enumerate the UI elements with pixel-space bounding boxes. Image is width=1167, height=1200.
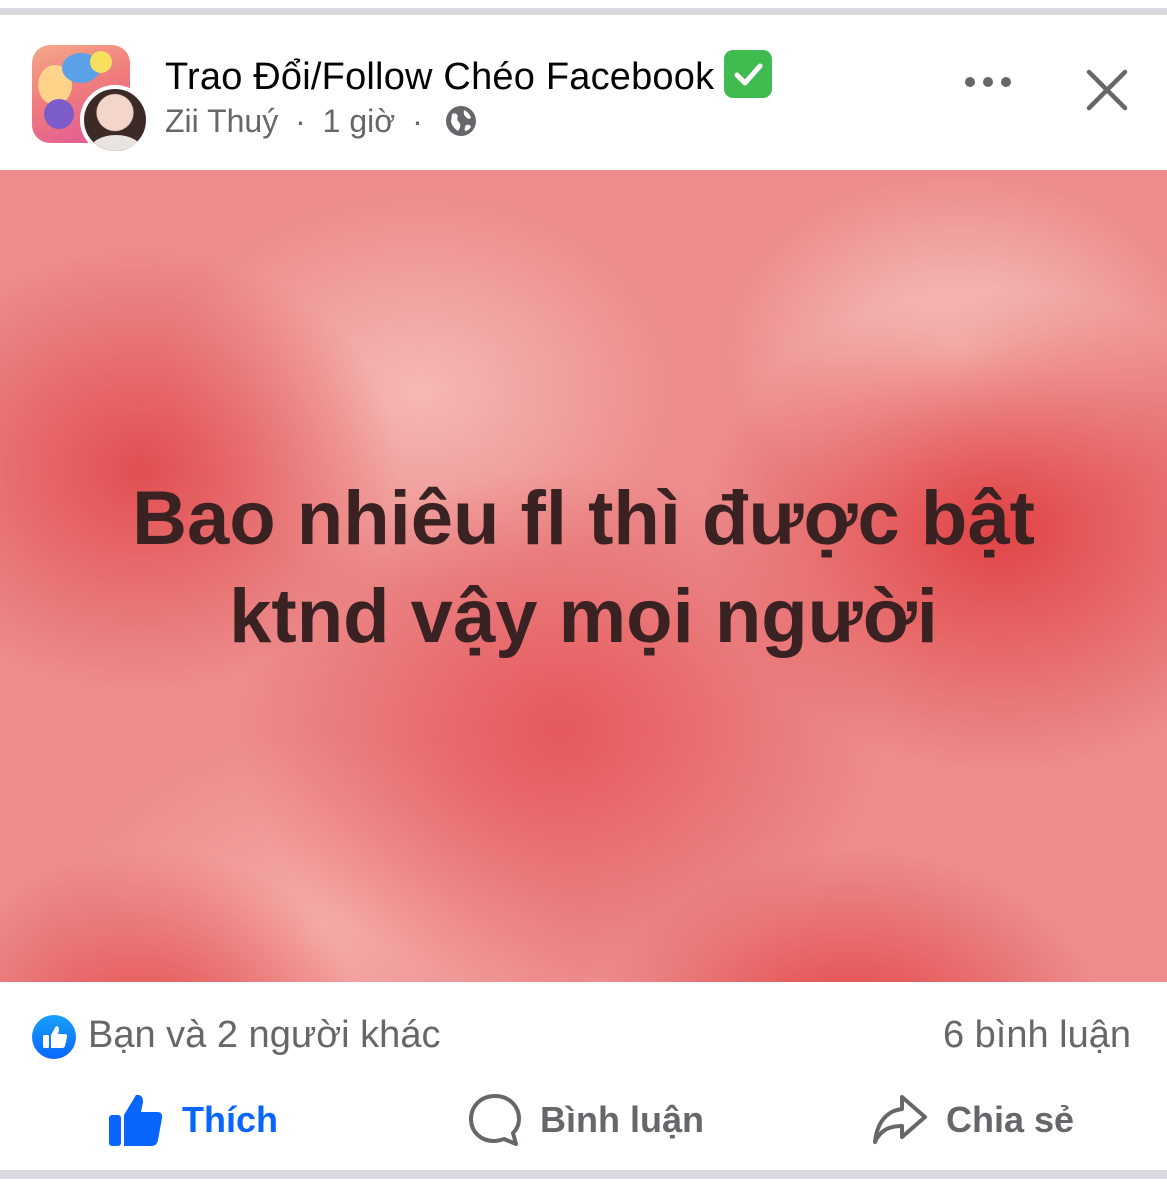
globe-icon [444, 104, 478, 146]
post-header: Trao Đổi/Follow Chéo Facebook Zii Thuý ·… [0, 15, 1167, 170]
verified-check-icon [724, 50, 773, 98]
action-bar: Thích Bình luận Chia sẻ [0, 1074, 1167, 1170]
comment-count[interactable]: 6 bình luận [943, 1014, 1131, 1057]
share-icon [873, 1095, 927, 1144]
top-divider [0, 0, 1167, 15]
like-reaction-icon [32, 1015, 76, 1059]
meta-separator: · [295, 103, 306, 139]
group-name-line: Trao Đổi/Follow Chéo Facebook [165, 50, 773, 99]
post-time[interactable]: 1 giờ [323, 103, 396, 139]
more-icon[interactable] [962, 72, 1014, 92]
close-icon[interactable] [1084, 67, 1130, 113]
comment-icon [469, 1094, 521, 1146]
user-avatar[interactable] [80, 85, 150, 155]
comment-button[interactable]: Bình luận [468, 1092, 704, 1148]
author-name[interactable]: Zii Thuý [165, 103, 278, 139]
reaction-summary[interactable]: Bạn và 2 người khác [88, 1014, 440, 1057]
like-button[interactable]: Thích [108, 1092, 278, 1148]
post-meta: Zii Thuý · 1 giờ · [165, 103, 478, 146]
meta-separator-2: · [412, 103, 423, 139]
share-label: Chia sẻ [946, 1099, 1075, 1140]
post-text: Bao nhiêu fl thì được bật ktnd vậy mọi n… [132, 476, 1035, 659]
bottom-divider [0, 1170, 1167, 1200]
post-background[interactable]: Bao nhiêu fl thì được bật ktnd vậy mọi n… [0, 170, 1167, 982]
thumbs-up-icon [109, 1094, 163, 1146]
group-name-link[interactable]: Trao Đổi/Follow Chéo Facebook [165, 56, 714, 98]
comment-label: Bình luận [540, 1099, 704, 1140]
like-label: Thích [182, 1099, 278, 1140]
reactions-bar: Bạn và 2 người khác 6 bình luận [0, 982, 1167, 1074]
share-button[interactable]: Chia sẻ [872, 1092, 1074, 1148]
